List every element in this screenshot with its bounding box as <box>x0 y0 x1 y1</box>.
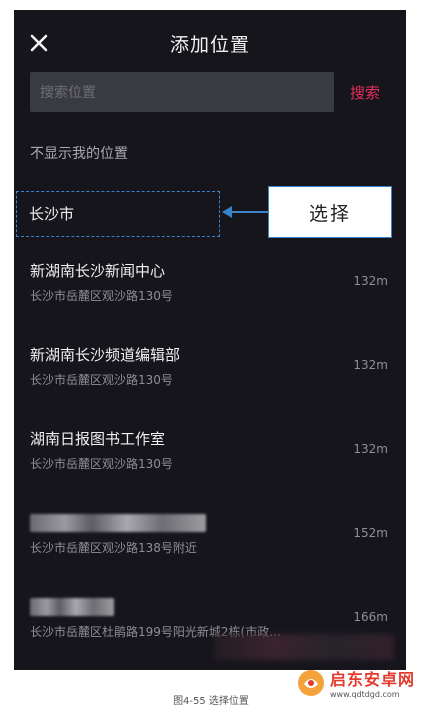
item-name: 湖南日报图书工作室 <box>30 430 166 448</box>
blurred-name <box>30 598 114 616</box>
item-address: 长沙市岳麓区观沙路130号 <box>30 373 173 387</box>
location-list: 新湖南长沙新闻中心 长沙市岳麓区观沙路130号 132m 新湖南长沙频道编辑部 … <box>14 250 406 670</box>
item-name: 新湖南长沙新闻中心 <box>30 262 166 280</box>
blurred-overlay <box>214 634 394 660</box>
item-address: 长沙市岳麓区观沙路130号 <box>30 457 173 471</box>
item-name: 新湖南长沙频道编辑部 <box>30 346 181 364</box>
page-title: 添加位置 <box>169 34 250 56</box>
search-button[interactable]: 搜索 <box>350 82 380 103</box>
item-distance: 132m <box>353 358 388 372</box>
item-distance: 166m <box>353 610 388 624</box>
search-input[interactable]: 搜索位置 <box>30 72 334 112</box>
item-distance: 152m <box>353 526 388 540</box>
watermark-name: 启东安卓网 <box>330 670 416 689</box>
phone-screen: 添加位置 搜索位置 搜索 不显示我的位置 长沙市 选择 新湖南长沙新闻中心 长沙… <box>14 10 406 670</box>
item-distance: 132m <box>353 274 388 288</box>
list-item[interactable]: 新湖南长沙新闻中心 长沙市岳麓区观沙路130号 132m <box>14 250 406 334</box>
item-address: 长沙市岳麓区观沙路130号 <box>30 289 173 303</box>
search-placeholder: 搜索位置 <box>40 85 96 101</box>
list-item[interactable]: 新湖南长沙频道编辑部 长沙市岳麓区观沙路130号 132m <box>14 334 406 418</box>
header: 添加位置 <box>14 10 406 74</box>
city-label: 长沙市 <box>29 205 75 223</box>
city-option-highlighted[interactable]: 长沙市 <box>16 191 220 237</box>
item-address: 长沙市岳麓区观沙路138号附近 <box>30 541 197 555</box>
list-item[interactable]: 长沙市岳麓区观沙路138号附近 152m <box>14 502 406 586</box>
hide-location-option[interactable]: 不显示我的位置 <box>30 143 128 163</box>
figure-caption: 图4-55 选择位置 <box>173 696 249 707</box>
blurred-name <box>30 514 206 532</box>
list-item[interactable]: 湖南日报图书工作室 长沙市岳麓区观沙路130号 132m <box>14 418 406 502</box>
item-distance: 132m <box>353 442 388 456</box>
annotation-arrow-icon <box>222 206 268 218</box>
annotation-callout: 选择 <box>268 186 392 238</box>
